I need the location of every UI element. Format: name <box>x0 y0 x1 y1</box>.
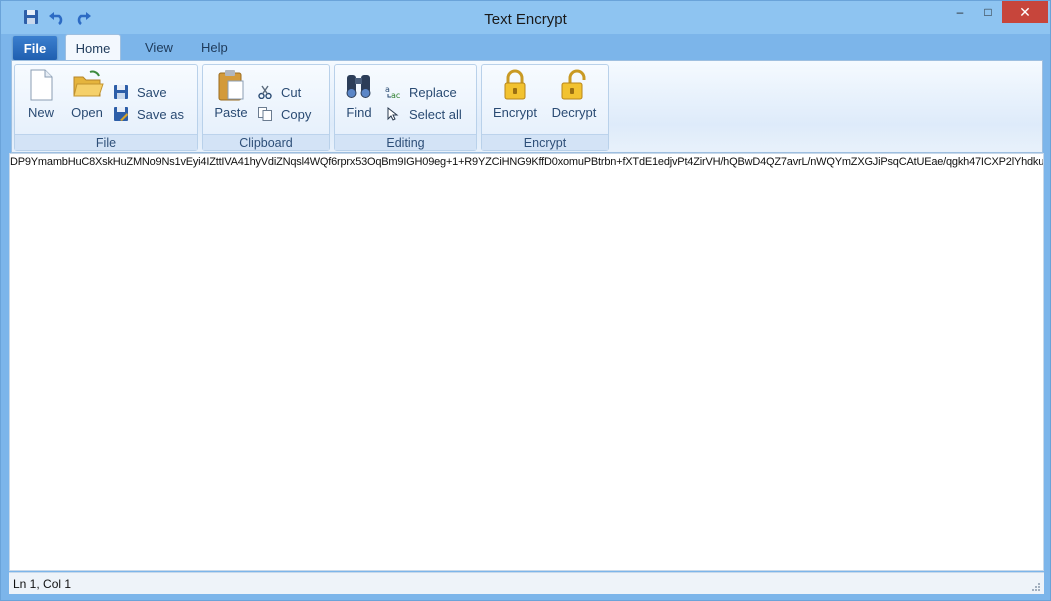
ribbon-group-encrypt: Encrypt Decrypt Encrypt <box>481 64 609 151</box>
new-document-icon <box>26 69 56 101</box>
text-editor[interactable]: DP9YmambHuC8XskHuZMNo9Ns1vEyi4IZttIVA41h… <box>9 153 1044 571</box>
paste-clipboard-icon <box>216 69 246 101</box>
save-icon <box>113 84 129 100</box>
tab-view[interactable]: View <box>133 34 185 61</box>
encrypt-button[interactable]: Encrypt <box>490 69 540 121</box>
decrypt-label: Decrypt <box>551 105 597 120</box>
save-as-button[interactable]: Save as <box>113 105 184 123</box>
window-title: Text Encrypt <box>484 11 567 28</box>
copy-icon <box>257 106 273 122</box>
close-button[interactable]: ✕ <box>1002 1 1048 23</box>
resize-grip-icon[interactable] <box>1031 581 1041 591</box>
group-label-file: File <box>15 134 197 150</box>
group-label-editing: Editing <box>335 134 476 150</box>
paste-button[interactable]: Paste <box>209 69 253 121</box>
maximize-button[interactable]: □ <box>974 1 1002 23</box>
tab-home[interactable]: Home <box>65 34 121 61</box>
scissors-icon <box>257 84 273 100</box>
save-button[interactable]: Save <box>113 83 167 101</box>
editor-content[interactable]: DP9YmambHuC8XskHuZMNo9Ns1vEyi4IZttIVA41h… <box>10 156 1043 168</box>
ribbon-group-editing: Find a ac Replace Select all Editing <box>334 64 477 151</box>
copy-label: Copy <box>281 106 312 122</box>
new-label: New <box>27 105 54 120</box>
replace-label: Replace <box>409 84 457 100</box>
minimize-button[interactable]: – <box>946 1 974 23</box>
save-as-icon <box>113 106 129 122</box>
cursor-position-status: Ln 1, Col 1 <box>13 577 72 591</box>
app-window: Text Encrypt – □ ✕ File Home View Help N… <box>0 0 1051 601</box>
svg-text:a: a <box>385 85 390 94</box>
group-label-encrypt: Encrypt <box>482 134 608 150</box>
tab-help[interactable]: Help <box>189 34 240 61</box>
ribbon-tabs: File Home View Help <box>11 34 1041 61</box>
lock-open-icon <box>559 69 589 101</box>
open-folder-icon <box>72 69 104 101</box>
find-label: Find <box>346 105 372 120</box>
binoculars-icon <box>344 69 374 101</box>
status-bar: Ln 1, Col 1 <box>9 572 1044 594</box>
replace-icon: a ac <box>385 84 401 100</box>
title-bar: Text Encrypt – □ ✕ <box>1 1 1050 34</box>
ribbon-group-clipboard: Paste Cut Copy Clipboard <box>202 64 330 151</box>
lock-closed-icon <box>500 69 530 101</box>
copy-button[interactable]: Copy <box>257 105 311 123</box>
encrypt-label: Encrypt <box>492 105 538 120</box>
select-all-label: Select all <box>409 106 462 122</box>
open-button[interactable]: Open <box>65 69 109 121</box>
svg-text:ac: ac <box>391 91 400 99</box>
cut-label: Cut <box>281 84 302 100</box>
new-button[interactable]: New <box>19 69 63 121</box>
cut-button[interactable]: Cut <box>257 83 301 101</box>
save-label: Save <box>137 84 167 100</box>
group-label-clipboard: Clipboard <box>203 134 329 150</box>
save-as-label: Save as <box>137 106 184 122</box>
decrypt-button[interactable]: Decrypt <box>548 69 600 121</box>
cursor-arrow-icon <box>385 106 401 122</box>
find-button[interactable]: Find <box>337 69 381 121</box>
ribbon-group-file: New Open Save Save as File <box>14 64 198 151</box>
paste-label: Paste <box>214 105 248 120</box>
select-all-button[interactable]: Select all <box>385 105 462 123</box>
open-label: Open <box>71 105 103 120</box>
tab-file[interactable]: File <box>13 36 57 60</box>
window-controls: – □ ✕ <box>946 1 1048 23</box>
replace-button[interactable]: a ac Replace <box>385 83 457 101</box>
ribbon: New Open Save Save as File Paste Cut Cop… <box>11 60 1043 153</box>
